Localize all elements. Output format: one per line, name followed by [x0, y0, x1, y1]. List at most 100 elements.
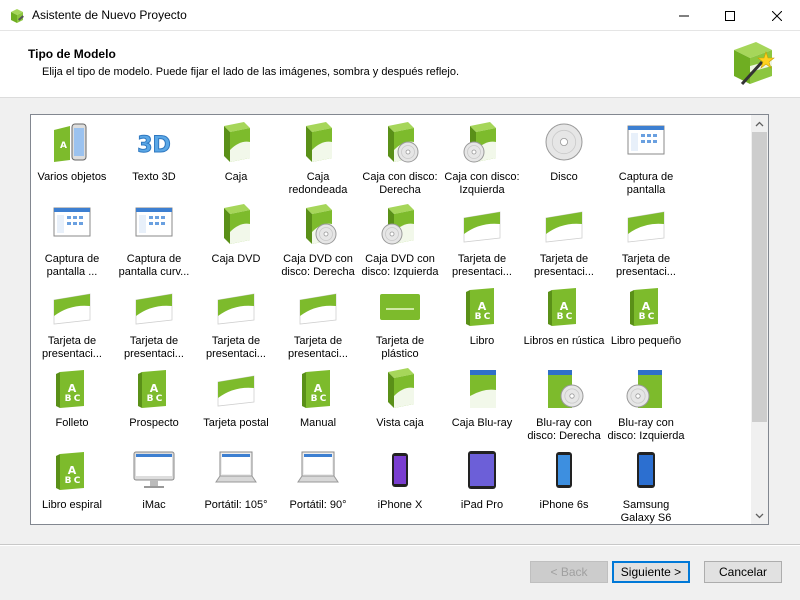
model-item[interactable]: Vista caja — [359, 363, 441, 445]
svg-text:C: C — [320, 394, 327, 404]
svg-text:B: B — [639, 312, 646, 322]
model-item[interactable]: iPad Pro — [441, 445, 523, 524]
scroll-up-button[interactable] — [751, 115, 768, 132]
cancel-button[interactable]: Cancelar — [704, 561, 782, 583]
disc-icon — [545, 123, 583, 161]
business-card-icon — [463, 211, 501, 243]
model-item-label: Folleto — [55, 417, 89, 429]
next-button[interactable]: Siguiente > — [612, 561, 690, 583]
footer-separator-highlight — [0, 545, 800, 546]
model-item-label: iPad Pro — [460, 499, 504, 511]
postcard-icon — [217, 375, 255, 407]
model-item[interactable]: Tarjeta de presentaci... — [605, 199, 687, 281]
model-item[interactable]: Blu-ray con disco: Derecha — [523, 363, 605, 445]
model-item-label: Blu-ray con disco: Izquierda — [607, 417, 685, 442]
model-item[interactable]: Caja DVD con disco: Derecha — [277, 199, 359, 281]
dvd-box-disc-right-icon — [306, 204, 337, 245]
model-item-label: Tarjeta de presentaci... — [288, 335, 348, 360]
business-card-icon — [53, 293, 91, 325]
scroll-down-button[interactable] — [751, 507, 768, 524]
model-item-label: iPhone X — [377, 499, 423, 511]
svg-text:3D: 3D — [137, 133, 171, 158]
model-item[interactable]: Caja DVD con disco: Izquierda — [359, 199, 441, 281]
model-item[interactable]: Tarjeta de presentaci... — [277, 281, 359, 363]
model-item[interactable]: A B C Libro — [441, 281, 523, 363]
box-disc-right-icon — [388, 122, 419, 163]
box-view-icon — [388, 368, 414, 408]
model-item-label: Blu-ray con disco: Derecha — [527, 417, 601, 442]
model-item[interactable]: Tarjeta de plástico — [359, 281, 441, 363]
bluray-disc-left-icon — [626, 370, 662, 408]
dvd-box-icon — [224, 204, 250, 244]
close-button[interactable] — [754, 0, 800, 31]
business-card-icon — [627, 211, 665, 243]
model-item-label: Caja con disco: Derecha — [362, 171, 438, 196]
model-item[interactable]: Captura de pantalla — [605, 117, 687, 199]
svg-text:B: B — [147, 394, 154, 404]
model-item[interactable]: 3D Texto 3D — [113, 117, 195, 199]
bluray-disc-right-icon — [548, 370, 584, 408]
model-item[interactable]: iPhone 6s — [523, 445, 605, 524]
model-item[interactable]: Tarjeta de presentaci... — [31, 281, 113, 363]
window-title: Asistente de Nuevo Proyecto — [32, 8, 187, 22]
model-item[interactable]: A B C Libro pequeño — [605, 281, 687, 363]
model-item[interactable]: iPhone X — [359, 445, 441, 524]
model-item[interactable]: iMac — [113, 445, 195, 524]
model-item[interactable]: Captura de pantalla ... — [31, 199, 113, 281]
model-item[interactable]: Tarjeta de presentaci... — [523, 199, 605, 281]
model-item[interactable]: A B C Prospecto — [113, 363, 195, 445]
model-item-label: Libro espiral — [42, 499, 102, 511]
model-item[interactable]: Caja con disco: Derecha — [359, 117, 441, 199]
box-icon — [224, 122, 250, 162]
box-disc-left-icon — [463, 122, 496, 163]
text-3d-icon: 3D — [137, 133, 172, 159]
plastic-card-icon — [380, 294, 420, 320]
model-item[interactable]: A B C Folleto — [31, 363, 113, 445]
model-item-label: Caja con disco: Izquierda — [444, 171, 520, 196]
model-item[interactable]: A B C Libros en rústica — [523, 281, 605, 363]
iphone-x-icon — [392, 453, 408, 487]
model-item[interactable]: Blu-ray con disco: Izquierda — [605, 363, 687, 445]
model-item[interactable]: Tarjeta postal — [195, 363, 277, 445]
svg-text:B: B — [311, 394, 318, 404]
model-item[interactable]: Caja redondeada — [277, 117, 359, 199]
maximize-button[interactable] — [707, 0, 753, 31]
model-item[interactable]: Tarjeta de presentaci... — [195, 281, 277, 363]
model-item[interactable]: Captura de pantalla curv... — [113, 199, 195, 281]
page-subtitle: Elija el tipo de modelo. Puede fijar el … — [42, 66, 460, 78]
model-item-label: Tarjeta de plástico — [375, 335, 425, 360]
vertical-scrollbar[interactable] — [751, 115, 768, 524]
scroll-thumb[interactable] — [752, 132, 767, 422]
paperback-icon: AB C — [548, 288, 576, 326]
back-button[interactable]: < Back — [530, 561, 608, 583]
model-item[interactable]: Portátil: 90° — [277, 445, 359, 524]
model-item[interactable]: A B C Manual — [277, 363, 359, 445]
model-item[interactable]: Caja Blu-ray — [441, 363, 523, 445]
model-item[interactable]: Tarjeta de presentaci... — [113, 281, 195, 363]
wizard-header: Tipo de Modelo Elija el tipo de modelo. … — [0, 31, 800, 98]
business-card-icon — [299, 293, 337, 325]
model-item-label: Prospecto — [129, 417, 179, 429]
model-item-label: Portátil: 105° — [204, 499, 268, 511]
chevron-up-icon — [755, 121, 764, 126]
model-item[interactable]: Disco — [523, 117, 605, 199]
model-item[interactable]: A B C Libro espiral — [31, 445, 113, 524]
brochure-icon: AB C — [56, 370, 84, 408]
svg-text:B: B — [475, 312, 482, 322]
model-type-list[interactable]: A Varios objetos 3D Texto 3D Caja Caja redond… — [30, 114, 769, 525]
svg-text:C: C — [74, 394, 81, 404]
model-item[interactable]: Tarjeta de presentaci... — [441, 199, 523, 281]
model-item[interactable]: A Varios objetos — [31, 117, 113, 199]
model-item[interactable]: Portátil: 105° — [195, 445, 277, 524]
model-item[interactable]: Caja — [195, 117, 277, 199]
title-bar: Asistente de Nuevo Proyecto — [0, 0, 800, 31]
svg-text:B: B — [65, 394, 72, 404]
svg-text:C: C — [74, 476, 81, 486]
model-item-label: Captura de pantalla — [618, 171, 674, 196]
model-item[interactable]: Caja DVD — [195, 199, 277, 281]
minimize-button[interactable] — [661, 0, 707, 31]
model-item[interactable]: Caja con disco: Izquierda — [441, 117, 523, 199]
leaflet-icon: AB C — [138, 370, 166, 408]
model-item-label: Portátil: 90° — [289, 499, 347, 511]
model-item[interactable]: Samsung Galaxy S6 — [605, 445, 687, 524]
